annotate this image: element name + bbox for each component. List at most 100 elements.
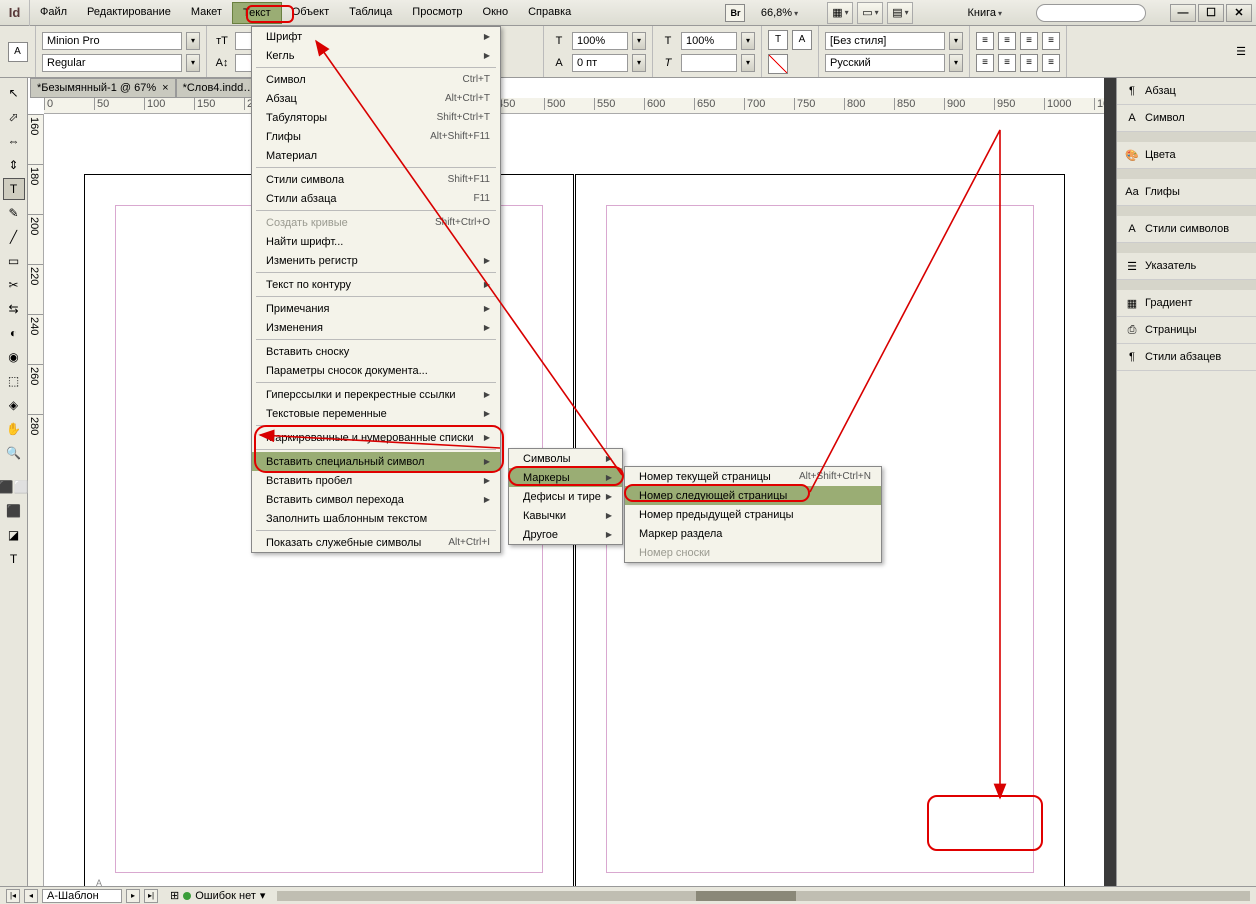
- tool-12[interactable]: ⬚: [3, 370, 25, 392]
- menu-item[interactable]: Вставить пробел: [252, 471, 500, 490]
- menu-item[interactable]: Заполнить шаблонным текстом: [252, 509, 500, 528]
- menu-item[interactable]: Кавычки: [509, 506, 622, 525]
- first-page-button[interactable]: |◂: [6, 889, 20, 903]
- menu-item[interactable]: Шрифт: [252, 27, 500, 46]
- font-family-dropdown[interactable]: ▾: [186, 32, 200, 50]
- menu-файл[interactable]: Файл: [30, 2, 77, 24]
- font-style-dropdown[interactable]: ▾: [186, 54, 200, 72]
- menu-item[interactable]: Найти шрифт...: [252, 232, 500, 251]
- last-page-button[interactable]: ▸|: [144, 889, 158, 903]
- tool-3[interactable]: ⇕: [3, 154, 25, 176]
- menu-просмотр[interactable]: Просмотр: [402, 2, 472, 24]
- maximize-button[interactable]: ☐: [1198, 4, 1224, 22]
- font-family-field[interactable]: Minion Pro: [42, 32, 182, 50]
- menu-item[interactable]: Стили абзацаF11: [252, 189, 500, 208]
- panel-dock-strip[interactable]: [1104, 78, 1116, 886]
- no-fill-icon[interactable]: [768, 54, 788, 74]
- align-button-1[interactable]: ≡: [998, 32, 1016, 50]
- menu-item[interactable]: Маркированные и нумерованные списки: [252, 428, 500, 447]
- align-button-2[interactable]: ≡: [1020, 32, 1038, 50]
- screen-mode-button[interactable]: ▭: [857, 2, 883, 24]
- font-style-field[interactable]: Regular: [42, 54, 182, 72]
- view-mode-button[interactable]: ▦: [827, 2, 853, 24]
- align-button-0[interactable]: ≡: [976, 32, 994, 50]
- menu-item[interactable]: ТабуляторыShift+Ctrl+T: [252, 108, 500, 127]
- panel-Градиент[interactable]: ▦Градиент: [1117, 290, 1256, 317]
- tool-1[interactable]: ⬀: [3, 106, 25, 128]
- menu-макет[interactable]: Макет: [181, 2, 232, 24]
- menu-item[interactable]: Маркер раздела: [625, 524, 881, 543]
- paragraph-mode-icon[interactable]: A: [8, 42, 28, 62]
- menu-item[interactable]: Другое: [509, 525, 622, 544]
- menu-item[interactable]: Изменения: [252, 318, 500, 337]
- menu-item[interactable]: Стили символаShift+F11: [252, 170, 500, 189]
- menu-item[interactable]: Номер следующей страницы: [625, 486, 881, 505]
- document-tab[interactable]: *Безымянный-1 @ 67%×: [30, 78, 176, 98]
- bridge-icon[interactable]: Br: [725, 4, 745, 22]
- panel-Абзац[interactable]: ¶Абзац: [1117, 78, 1256, 105]
- tool-14[interactable]: ✋: [3, 418, 25, 440]
- menu-item[interactable]: Кегль: [252, 46, 500, 65]
- prev-page-button[interactable]: ◂: [24, 889, 38, 903]
- minimize-button[interactable]: —: [1170, 4, 1196, 22]
- menu-item[interactable]: Текстовые переменные: [252, 404, 500, 423]
- menu-item[interactable]: Материал: [252, 146, 500, 165]
- para-style-field[interactable]: [Без стиля]: [825, 32, 945, 50]
- swatch-tool[interactable]: ◪: [3, 524, 25, 546]
- swatch-tool[interactable]: ⬛⬜: [3, 476, 25, 498]
- scale-y-dd[interactable]: ▾: [741, 32, 755, 50]
- close-tab-icon[interactable]: ×: [162, 82, 168, 94]
- tool-15[interactable]: 🔍: [3, 442, 25, 464]
- tool-13[interactable]: ◈: [3, 394, 25, 416]
- baseline-field[interactable]: 0 пт: [572, 54, 628, 72]
- skew-dd[interactable]: ▾: [741, 54, 755, 72]
- zoom-level[interactable]: 66,8%: [749, 5, 809, 21]
- menu-item[interactable]: Символы: [509, 449, 622, 468]
- tool-8[interactable]: ✂: [3, 274, 25, 296]
- menu-item[interactable]: Изменить регистр: [252, 251, 500, 270]
- char-style-icon[interactable]: T: [768, 30, 788, 50]
- menu-окно[interactable]: Окно: [473, 2, 519, 24]
- menu-редактирование[interactable]: Редактирование: [77, 2, 181, 24]
- menu-item[interactable]: Вставить сноску: [252, 342, 500, 361]
- tool-9[interactable]: ⇆: [3, 298, 25, 320]
- menu-item[interactable]: Номер текущей страницыAlt+Shift+Ctrl+N: [625, 467, 881, 486]
- scale-x-field[interactable]: 100%: [572, 32, 628, 50]
- horizontal-scrollbar[interactable]: [277, 891, 1250, 901]
- align-button-3[interactable]: ≡: [1042, 32, 1060, 50]
- panel-menu-icon[interactable]: ☰: [1232, 43, 1250, 61]
- menu-item[interactable]: Текст по контуру: [252, 275, 500, 294]
- language-field[interactable]: Русский: [825, 54, 945, 72]
- tool-0[interactable]: ↖: [3, 82, 25, 104]
- tool-10[interactable]: ◐: [3, 322, 25, 344]
- align-button-6[interactable]: ≡: [1020, 54, 1038, 72]
- close-button[interactable]: ✕: [1226, 4, 1252, 22]
- scale-x-dd[interactable]: ▾: [632, 32, 646, 50]
- fill-color-icon[interactable]: A: [792, 30, 812, 50]
- tool-5[interactable]: ✎: [3, 202, 25, 224]
- menu-item[interactable]: Примечания: [252, 299, 500, 318]
- page-navigator-field[interactable]: A-Шаблон: [42, 889, 122, 903]
- menu-item[interactable]: Вставить специальный символ: [252, 452, 500, 471]
- tool-2[interactable]: ⇔: [3, 130, 25, 152]
- preflight-dropdown[interactable]: ▾: [260, 889, 266, 902]
- menu-item[interactable]: Показать служебные символыAlt+Ctrl+I: [252, 533, 500, 552]
- menu-item[interactable]: Номер предыдущей страницы: [625, 505, 881, 524]
- tool-4[interactable]: T: [3, 178, 25, 200]
- next-page-button[interactable]: ▸: [126, 889, 140, 903]
- swatch-tool[interactable]: ⬛: [3, 500, 25, 522]
- panel-Символ[interactable]: AСимвол: [1117, 105, 1256, 132]
- baseline-dd[interactable]: ▾: [632, 54, 646, 72]
- menu-таблица[interactable]: Таблица: [339, 2, 402, 24]
- panel-Указатель[interactable]: ☰Указатель: [1117, 253, 1256, 280]
- scrollbar-thumb[interactable]: [696, 891, 796, 901]
- menu-item[interactable]: АбзацAlt+Ctrl+T: [252, 89, 500, 108]
- panel-Цвета[interactable]: 🎨Цвета: [1117, 142, 1256, 169]
- menu-item[interactable]: Параметры сносок документа...: [252, 361, 500, 380]
- menu-item[interactable]: СимволCtrl+T: [252, 70, 500, 89]
- align-button-5[interactable]: ≡: [998, 54, 1016, 72]
- workspace-switcher[interactable]: Книга: [961, 5, 1008, 21]
- panel-Глифы[interactable]: AaГлифы: [1117, 179, 1256, 206]
- menu-item[interactable]: Вставить символ перехода: [252, 490, 500, 509]
- menu-текст[interactable]: Текст: [232, 2, 282, 24]
